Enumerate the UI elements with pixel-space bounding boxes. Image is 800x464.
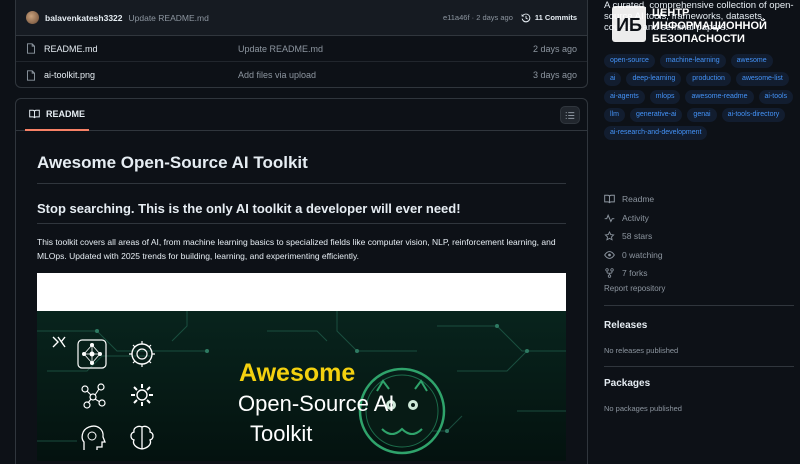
- watermark-logo: ИБ: [616, 15, 642, 35]
- file-icon: [26, 43, 36, 54]
- readme-content: Awesome Open-Source AI Toolkit Stop sear…: [16, 153, 587, 461]
- readme-panel: README Awesome Open-Source AI Toolkit St…: [15, 98, 588, 464]
- file-row[interactable]: ai-toolkit.png Add files via upload 3 da…: [16, 62, 587, 88]
- sigma-logo-icon: [52, 336, 66, 348]
- book-icon: [604, 194, 615, 204]
- stars-link[interactable]: 58 stars: [604, 227, 665, 246]
- commits-link[interactable]: 11 Commits: [521, 13, 577, 23]
- file-row[interactable]: README.md Update README.md 2 days ago: [16, 36, 587, 62]
- banner-title-open-source: Open-Source AI: [238, 391, 395, 416]
- banner-title-toolkit: Toolkit: [250, 421, 313, 446]
- readme-link[interactable]: Readme: [604, 190, 665, 209]
- topics-list: open-source machine-learning awesome ai …: [604, 54, 794, 140]
- packages-note: No packages published: [604, 404, 682, 413]
- topic-tag[interactable]: ai-tools-directory: [721, 108, 786, 122]
- star-icon: [604, 231, 615, 241]
- tab-readme-label: README: [46, 108, 86, 119]
- file-name-link[interactable]: README.md: [44, 44, 98, 54]
- brain-chip-icon: [129, 341, 155, 367]
- watermark-line1: ЦЕНТР: [652, 7, 689, 19]
- watchers-link[interactable]: 0 watching: [604, 246, 665, 265]
- pulse-icon: [604, 213, 615, 223]
- report-repository-link[interactable]: Report repository: [604, 284, 665, 293]
- topic-tag[interactable]: deep-learning: [626, 72, 682, 86]
- gear-icon: [131, 384, 153, 406]
- topic-tag[interactable]: llm: [604, 108, 625, 122]
- file-icon: [26, 69, 36, 81]
- topic-tag[interactable]: open-source: [604, 54, 655, 68]
- book-icon: [29, 109, 40, 118]
- file-name-link[interactable]: ai-toolkit.png: [44, 70, 95, 80]
- neural-network-icon: [77, 339, 107, 369]
- watermark-line2: ИНФОРМАЦИОННОЙ: [652, 19, 767, 32]
- activity-link[interactable]: Activity: [604, 209, 665, 228]
- packages-heading[interactable]: Packages: [604, 378, 650, 389]
- commit-author-link[interactable]: balavenkatesh3322: [45, 13, 123, 23]
- brain-icon: [130, 425, 154, 450]
- topic-tag[interactable]: awesome-readme: [685, 90, 754, 104]
- banner-top-strip: [37, 273, 566, 311]
- readme-title: Awesome Open-Source AI Toolkit: [37, 153, 566, 184]
- topic-tag[interactable]: genai: [687, 108, 717, 122]
- commit-message-link[interactable]: Update README.md: [129, 13, 443, 23]
- topic-tag[interactable]: ai-agents: [604, 90, 645, 104]
- topic-tag[interactable]: production: [686, 72, 731, 86]
- list-icon: [565, 111, 575, 119]
- history-icon: [521, 13, 531, 22]
- watermark-line3: БЕЗОПАСНОСТИ: [652, 33, 745, 44]
- readme-header: README: [16, 99, 587, 131]
- topic-tag[interactable]: awesome: [730, 54, 773, 68]
- file-list-box: balavenkatesh3322 Update README.md e11a4…: [15, 0, 588, 88]
- eye-icon: [604, 250, 615, 259]
- releases-heading[interactable]: Releases: [604, 320, 647, 331]
- topic-tag[interactable]: machine-learning: [659, 54, 726, 68]
- fork-icon: [605, 268, 614, 279]
- file-date: 3 days ago: [532, 70, 577, 80]
- file-commit-message[interactable]: Add files via upload: [238, 70, 533, 80]
- commit-hash-time[interactable]: e11a46f · 2 days ago: [443, 13, 513, 22]
- topic-tag[interactable]: awesome-list: [735, 72, 789, 86]
- tab-readme[interactable]: README: [25, 99, 90, 131]
- outline-button[interactable]: [560, 106, 580, 124]
- sidebar-divider: [604, 305, 794, 306]
- commits-count: 11 Commits: [534, 13, 577, 22]
- graph-nodes-icon: [81, 383, 106, 409]
- avatar[interactable]: [26, 11, 39, 24]
- repo-stats: Readme Activity 58 stars 0 watching 7 fo…: [604, 190, 665, 293]
- latest-commit-bar: balavenkatesh3322 Update README.md e11a4…: [16, 0, 587, 36]
- readme-paragraph: This toolkit covers all areas of AI, fro…: [37, 237, 556, 261]
- sidebar-divider: [604, 366, 794, 367]
- banner-title-awesome: Awesome: [239, 359, 356, 387]
- topic-tag[interactable]: ai-tools: [758, 90, 794, 104]
- topic-tag[interactable]: ai: [604, 72, 622, 86]
- readme-subtitle: Stop searching. This is the only AI tool…: [37, 201, 566, 224]
- releases-note: No releases published: [604, 346, 679, 355]
- topic-tag[interactable]: generative-ai: [629, 108, 683, 122]
- topic-tag[interactable]: mlops: [649, 90, 681, 104]
- file-date: 2 days ago: [532, 43, 577, 54]
- file-commit-message[interactable]: Update README.md: [238, 44, 533, 54]
- forks-link[interactable]: 7 forks: [604, 264, 665, 283]
- topic-tag[interactable]: ai-research-and-development: [604, 126, 708, 140]
- watermark-overlay: ИБ ЦЕНТР ИНФОРМАЦИОННОЙ БЕЗОПАСНОСТИ: [612, 6, 767, 44]
- toolkit-banner-image[interactable]: Awesome Open-Source AI Toolkit: [37, 311, 566, 461]
- head-brain-icon: [81, 425, 106, 450]
